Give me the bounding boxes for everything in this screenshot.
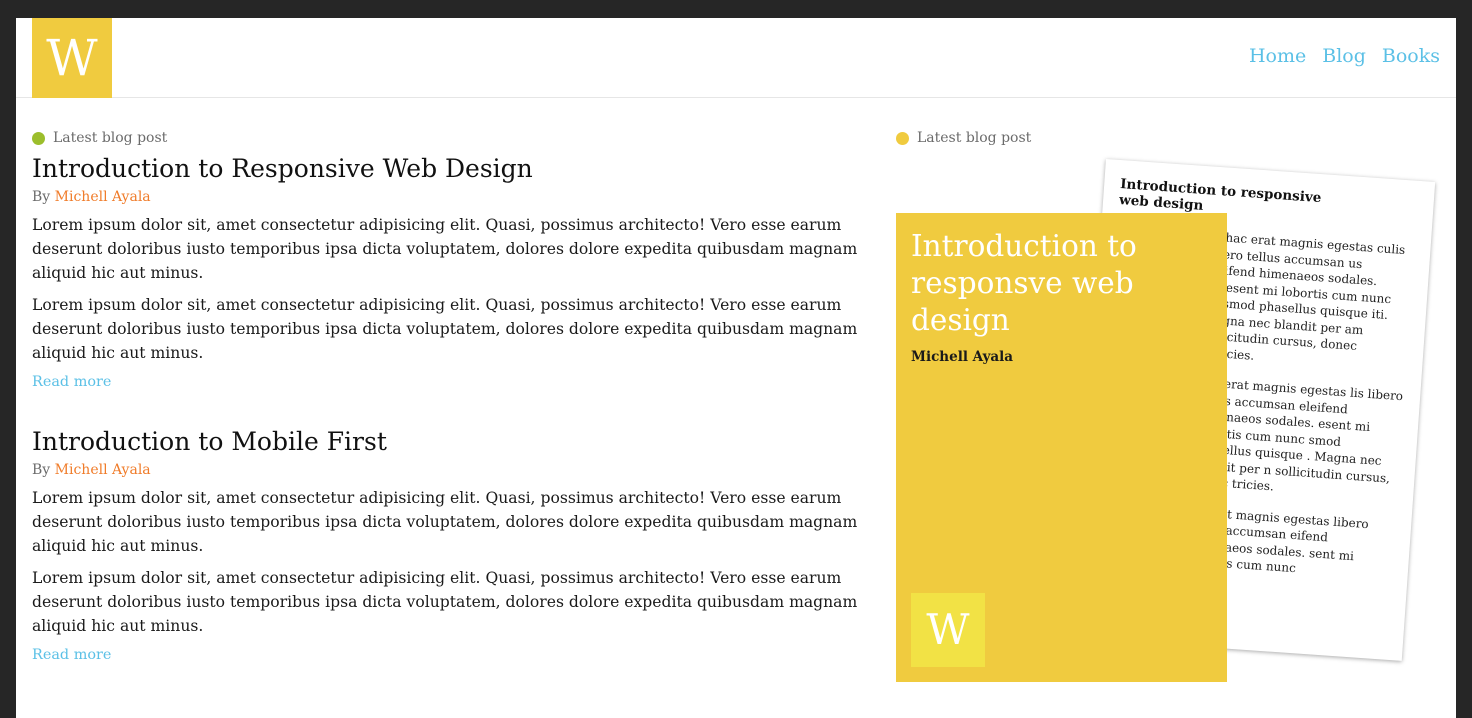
book-cover-title: Introduction to responsve web design [911, 229, 1137, 337]
main-nav: Home Blog Books [1249, 45, 1440, 67]
page: W Home Blog Books Latest blog post Intro… [16, 18, 1456, 718]
book-cover-logo: W [911, 593, 985, 667]
byline-prefix: By [32, 189, 51, 205]
nav-home-link[interactable]: Home [1249, 45, 1306, 67]
eyebrow-label: Latest blog post [917, 130, 1032, 146]
blog-post: Introduction to Mobile First By Michell … [32, 426, 862, 663]
aside-eyebrow: Latest blog post [896, 129, 1031, 147]
nav-books-link[interactable]: Books [1382, 45, 1440, 67]
yellow-dot-icon [896, 131, 909, 145]
author-link[interactable]: Michell Ayala [55, 462, 151, 478]
byline: By Michell Ayala [32, 461, 862, 479]
eyebrow-label: Latest blog post [53, 130, 168, 146]
site-header: W Home Blog Books [16, 18, 1456, 98]
post-title[interactable]: Introduction to Mobile First [32, 426, 862, 458]
featured-book: Latest blog post Introduction to respons… [896, 129, 1456, 718]
post-paragraph: Lorem ipsum dolor sit, amet consectetur … [32, 296, 858, 362]
book-cover[interactable]: Introduction to responsve web design Mic… [896, 213, 1227, 682]
byline: By Michell Ayala [32, 188, 862, 206]
logo[interactable]: W [32, 18, 112, 98]
author-link[interactable]: Michell Ayala [55, 189, 151, 205]
blog-post: Latest blog post Introduction to Respons… [32, 129, 862, 390]
post-paragraph: Lorem ipsum dolor sit, amet consectetur … [32, 569, 858, 635]
green-dot-icon [32, 131, 45, 145]
post-eyebrow: Latest blog post [32, 129, 862, 147]
read-more-link[interactable]: Read more [32, 647, 111, 663]
post-paragraph: Lorem ipsum dolor sit, amet consectetur … [32, 216, 858, 282]
post-title[interactable]: Introduction to Responsive Web Design [32, 153, 862, 185]
blog-posts: Latest blog post Introduction to Respons… [32, 129, 862, 663]
post-paragraph: Lorem ipsum dolor sit, amet consectetur … [32, 489, 858, 555]
read-more-link[interactable]: Read more [32, 374, 111, 390]
nav-blog-link[interactable]: Blog [1322, 45, 1366, 67]
book-cover-author: Michell Ayala [911, 349, 1014, 365]
byline-prefix: By [32, 462, 51, 478]
